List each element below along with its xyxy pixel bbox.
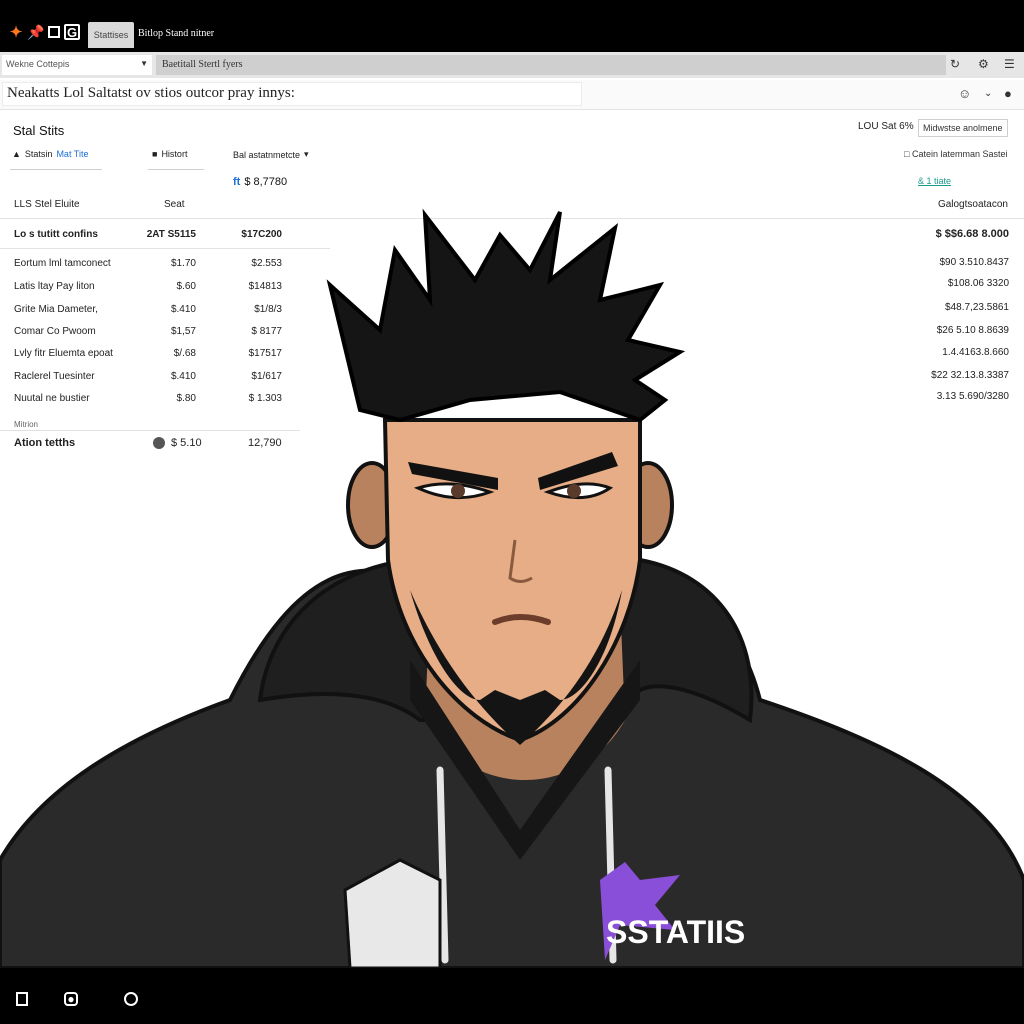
g-icon[interactable]: G: [64, 24, 80, 40]
avatar-illustration: SSTATIIS: [0, 208, 1024, 968]
document-icon[interactable]: [16, 992, 28, 1006]
title-bar: ✦ 📌 G Stattises Bitlop Stand nitner: [0, 0, 1024, 52]
camera-icon: ■: [152, 149, 158, 159]
hoodie-text: SSTATIIS: [606, 914, 745, 950]
balance-dropdown-label: Bal astatnmetcte: [233, 149, 301, 160]
search-row: Neakatts Lol Saltatst ov stios outcor pr…: [0, 80, 1024, 110]
clock-icon[interactable]: [124, 992, 138, 1006]
search-input[interactable]: Neakatts Lol Saltatst ov stios outcor pr…: [2, 82, 582, 106]
chevron-down-icon: ▾: [304, 149, 309, 159]
flame-icon[interactable]: ✦: [8, 24, 24, 41]
extension-icon[interactable]: ⚙: [978, 57, 989, 71]
page-title: Stal Stits: [13, 123, 65, 138]
camera-icon[interactable]: ●: [64, 992, 78, 1006]
summary-value: ft $ 8,7780: [233, 176, 287, 188]
right-link[interactable]: & 1 tiate: [918, 176, 951, 186]
nav-stats[interactable]: ▲ Statsin Mat Tite: [12, 149, 88, 159]
profile-dropdown-label: Wekne Cottepis: [6, 59, 70, 69]
summary-icon: ft: [233, 176, 241, 188]
right-tool[interactable]: □ Catein latemman Sastei: [904, 149, 1008, 159]
profile-dropdown[interactable]: Wekne Cottepis ▼: [2, 55, 152, 75]
iris-right: [567, 484, 581, 498]
nav-stats-link[interactable]: Mat Tite: [56, 149, 88, 159]
account-icon[interactable]: ●: [1004, 86, 1012, 101]
pin-icon[interactable]: 📌: [27, 24, 44, 40]
balance-dropdown[interactable]: Bal astatnmetcte ▾: [233, 149, 309, 160]
chevron-down-icon[interactable]: ⌄: [984, 88, 992, 99]
right-select[interactable]: Midwstse anolmene: [918, 119, 1008, 137]
menu-icon[interactable]: ☰: [1004, 57, 1015, 71]
square-icon[interactable]: [48, 26, 60, 38]
taskbar: ●: [0, 968, 1024, 1024]
right-label: LOU Sat 6%: [858, 121, 914, 132]
nav-stats-label: Statsin: [24, 149, 53, 159]
user-icon[interactable]: ☺: [958, 86, 971, 101]
divider: [148, 169, 204, 170]
url-field[interactable]: Baetitall Stertl fyers: [156, 55, 946, 75]
nav-history[interactable]: ■ Histort: [152, 149, 187, 159]
tab-stattises[interactable]: Stattises: [88, 22, 134, 48]
nav-history-label: Histort: [161, 149, 188, 159]
address-bar-row: Wekne Cottepis ▼ Baetitall Stertl fyers …: [0, 52, 1024, 78]
divider: [10, 169, 102, 170]
hair: [326, 208, 686, 423]
iris-left: [451, 484, 465, 498]
calendar-icon: □: [904, 149, 910, 159]
refresh-icon[interactable]: ↻: [950, 57, 960, 71]
stats-icon: ▲: [12, 149, 21, 159]
chevron-down-icon: ▼: [140, 59, 148, 68]
summary-amount: $ 8,7780: [244, 176, 288, 188]
right-tool-label: Catein latemman Sastei: [911, 149, 1008, 159]
tab-bitlop[interactable]: Bitlop Stand nitner: [138, 28, 214, 39]
